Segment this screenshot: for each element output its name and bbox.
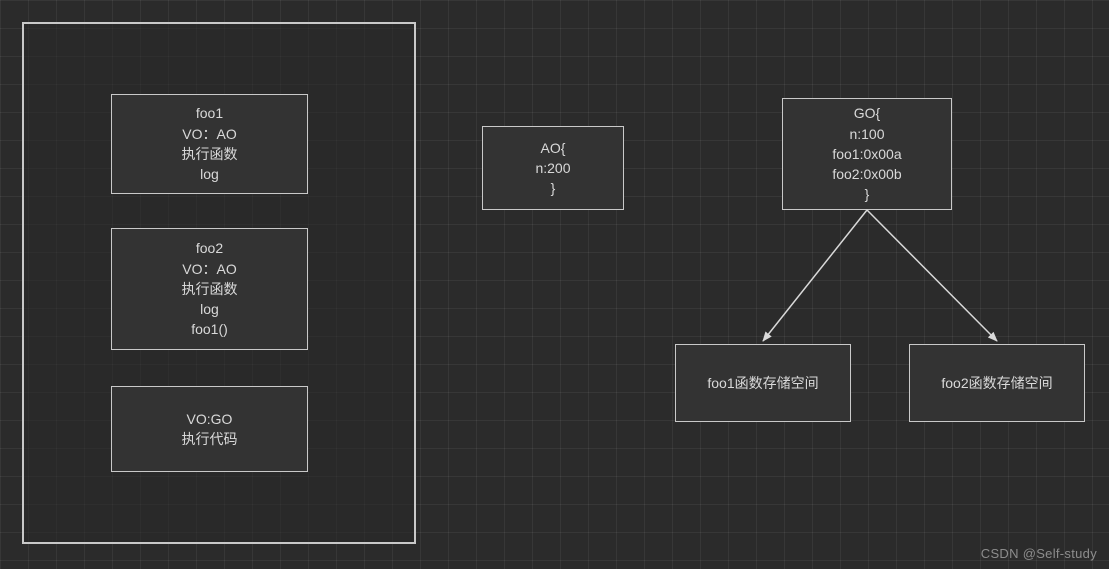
text-line: 执行函数 [182,279,238,299]
text-line: foo2函数存储空间 [941,373,1052,393]
ao-object-box: AO{ n:200 } [482,126,624,210]
text-line: AO{ [541,138,566,158]
text-line: } [551,178,556,198]
text-line: log [200,164,219,184]
text-line: } [865,184,870,204]
go-object-box: GO{ n:100 foo1:0x00a foo2:0x00b } [782,98,952,210]
text-line: foo1函数存储空间 [707,373,818,393]
text-line: GO{ [854,103,880,123]
foo2-storage-box: foo2函数存储空间 [909,344,1085,422]
text-line: VO：AO [182,124,236,144]
text-line: n:100 [849,124,884,144]
stack-frame-foo1: foo1 VO：AO 执行函数 log [111,94,308,194]
text-line: foo1() [191,319,228,339]
watermark-text: CSDN @Self-study [981,546,1097,561]
foo1-storage-box: foo1函数存储空间 [675,344,851,422]
text-line: foo1 [196,103,223,123]
text-line: foo2 [196,238,223,258]
text-line: foo2:0x00b [832,164,901,184]
stack-frame-foo2: foo2 VO：AO 执行函数 log foo1() [111,228,308,350]
text-line: foo1:0x00a [832,144,901,164]
text-line: log [200,299,219,319]
text-line: 执行函数 [182,144,238,164]
text-line: 执行代码 [182,429,238,449]
text-line: n:200 [535,158,570,178]
call-stack-container: foo1 VO：AO 执行函数 log foo2 VO：AO 执行函数 log … [22,22,416,544]
stack-frame-global: VO:GO 执行代码 [111,386,308,472]
text-line: VO:GO [187,409,233,429]
text-line: VO：AO [182,259,236,279]
